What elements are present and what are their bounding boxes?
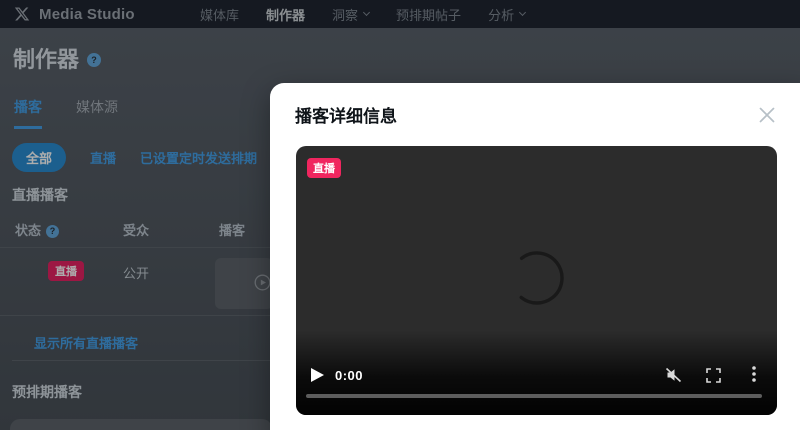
overflow-menu-icon[interactable] [752,366,756,382]
video-player[interactable]: 直播 0:00 [296,146,777,415]
play-button[interactable] [311,368,324,382]
mute-icon[interactable] [664,367,683,383]
media-studio-screen: Media Studio 媒体库 制作器 洞察 预排期帖子 分析 制作器 ? 播… [0,0,800,430]
broadcast-details-modal: 播客详细信息 直播 0:00 [270,83,800,430]
controls-shade [296,330,777,415]
modal-title: 播客详细信息 [295,107,397,126]
fullscreen-icon[interactable] [706,368,721,383]
live-badge: 直播 [307,158,341,178]
current-time: 0:00 [335,368,364,383]
close-icon [759,107,775,123]
close-button[interactable] [756,104,778,126]
progress-bar[interactable] [306,394,762,398]
loading-spinner [510,251,564,305]
